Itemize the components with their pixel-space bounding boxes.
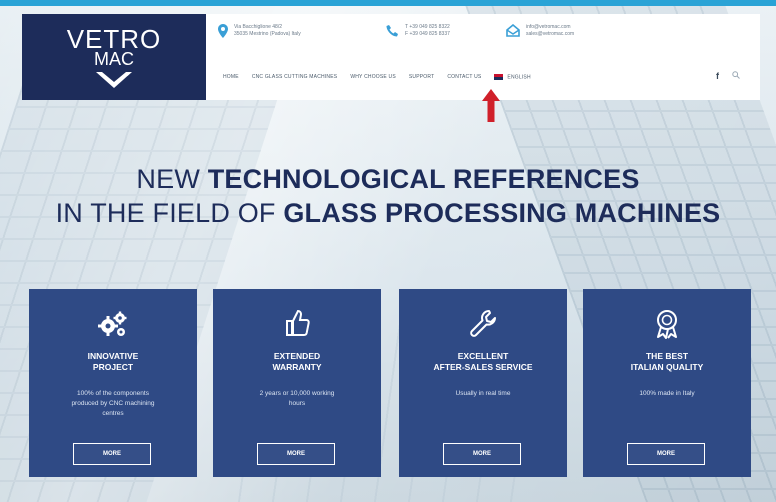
map-pin-icon <box>218 24 228 40</box>
nav-contact-us[interactable]: CONTACT US <box>447 74 481 80</box>
nav-support[interactable]: SUPPORT <box>409 74 434 80</box>
more-button[interactable]: MORE <box>627 443 705 465</box>
annotation-arrow-icon <box>481 88 501 128</box>
headline-line1-light: NEW <box>136 164 208 194</box>
card-description: 100% of the components produced by CNC m… <box>71 390 155 417</box>
phone-icon <box>386 24 399 39</box>
more-button[interactable]: MORE <box>443 443 521 465</box>
email-line2: sales@vetromac.com <box>526 31 575 37</box>
feature-card-innovative-project: INNOVATIVE PROJECT 100% of the component… <box>29 289 197 477</box>
more-button[interactable]: MORE <box>257 443 335 465</box>
card-title: THE BEST ITALIAN QUALITY <box>630 351 704 372</box>
headline-line1-bold: TECHNOLOGICAL REFERENCES <box>207 164 640 194</box>
nav-why-choose-us[interactable]: WHY CHOOSE US <box>350 74 396 80</box>
feature-card-after-sales-service: EXCELLENT AFTER-SALES SERVICE Usually in… <box>399 289 567 477</box>
headline-line2-light: IN THE FIELD OF <box>55 198 284 228</box>
mail-icon <box>506 23 520 39</box>
uk-flag-icon <box>494 73 504 80</box>
feature-card-italian-quality: THE BEST ITALIAN QUALITY 100% made in It… <box>583 289 751 477</box>
address-line1: Via Bacchiglione 48/2 <box>234 24 282 30</box>
nav-cnc-glass-cutting-machines[interactable]: CNC GLASS CUTTING MACHINES <box>252 74 338 80</box>
logo-chevron-inner <box>102 72 126 82</box>
contact-address: Via Bacchiglione 48/2 35035 Mestrino (Pa… <box>218 24 301 40</box>
card-title: EXCELLENT AFTER-SALES SERVICE <box>433 351 533 372</box>
thumbs-up-icon <box>213 309 381 339</box>
card-description: Usually in real time <box>455 390 511 397</box>
hero-headline-line2: IN THE FIELD OF GLASS PROCESSING MACHINE… <box>0 198 776 228</box>
facebook-icon[interactable]: f <box>716 71 719 81</box>
logo-line2: MAC <box>94 49 134 69</box>
feature-card-extended-warranty: EXTENDED WARRANTY 2 years or 10,000 work… <box>213 289 381 477</box>
brand-logo[interactable]: VETRO MAC <box>22 14 206 100</box>
language-label: ENGLISH <box>507 74 531 81</box>
wrench-icon <box>399 309 567 339</box>
search-icon[interactable] <box>732 71 740 81</box>
phone-line1: T +39 049 825 8322 <box>405 24 450 30</box>
card-title: EXTENDED WARRANTY <box>272 351 322 372</box>
hero-headline-line1: NEW TECHNOLOGICAL REFERENCES <box>0 164 776 194</box>
phone-line2: F +39 049 825 8337 <box>405 31 450 37</box>
nav-home[interactable]: HOME <box>223 74 239 80</box>
card-description: 2 years or 10,000 working hours <box>259 390 335 407</box>
contact-phone: T +39 049 825 8322 F +39 049 825 8337 <box>386 24 450 39</box>
contact-email: info@vetromac.com sales@vetromac.com <box>506 23 575 39</box>
main-nav: HOME CNC GLASS CUTTING MACHINES WHY CHOO… <box>206 70 760 84</box>
more-button[interactable]: MORE <box>73 443 151 465</box>
email-line1: info@vetromac.com <box>526 24 571 30</box>
card-description: 100% made in Italy <box>639 390 695 397</box>
card-title: INNOVATIVE PROJECT <box>87 351 139 372</box>
award-ribbon-icon <box>583 309 751 339</box>
headline-line2-bold: GLASS PROCESSING MACHINES <box>283 198 721 228</box>
address-line2: 35035 Mestrino (Padova) Italy <box>234 31 301 37</box>
gears-icon <box>29 309 197 339</box>
language-selector[interactable]: ENGLISH <box>494 73 531 81</box>
